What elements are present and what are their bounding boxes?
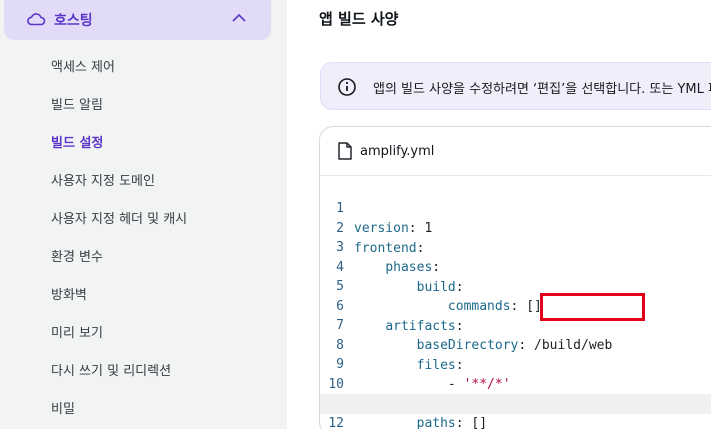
file-name: amplify.yml	[360, 144, 435, 159]
hosting-nav-label: 호스팅	[54, 13, 93, 29]
code-line: 8 files:	[320, 316, 711, 373]
main-content: 앱 빌드 사양 앱의 빌드 사양을 수정하려면 ‘편집’을 선택합니다. 또는 …	[287, 0, 711, 429]
sidebar-item-custom-domains[interactable]: 사용자 지정 도메인	[51, 170, 155, 189]
code-line: 5 commands: []	[320, 257, 711, 314]
page-title: 앱 빌드 사양	[319, 10, 399, 28]
hosting-nav-group[interactable]: 호스팅	[4, 0, 271, 40]
sidebar-item-rewrites-redirects[interactable]: 다시 쓰기 및 리디렉션	[51, 360, 171, 379]
sidebar-item-environment-variables[interactable]: 환경 변수	[51, 246, 103, 265]
info-alert: 앱의 빌드 사양을 수정하려면 ‘편집’을 선택합니다. 또는 YML 파	[320, 62, 711, 110]
sidebar-item-access-control[interactable]: 액세스 제어	[51, 56, 115, 75]
line-number: 12	[328, 416, 344, 429]
file-icon	[338, 142, 352, 160]
code-line: 10 cache:	[320, 355, 711, 412]
sidebar-item-secrets[interactable]: 비밀	[51, 398, 75, 417]
info-icon	[338, 78, 356, 96]
cloud-icon	[27, 13, 46, 26]
yaml-sep: :	[455, 416, 472, 429]
sidebar-item-previews[interactable]: 미리 보기	[51, 322, 103, 341]
code-line: 7 baseDirectory: /build/web	[320, 296, 711, 353]
code-line: 1 version: 1	[320, 179, 711, 236]
info-text: 앱의 빌드 사양을 수정하려면 ‘편집’을 선택합니다. 또는 YML 파	[373, 82, 711, 97]
sidebar: 호스팅 액세스 제어 빌드 알림 빌드 설정 사용자 지정 도메인 사용자 지정…	[0, 0, 287, 429]
build-spec-editor: amplify.yml 1 version: 1 2 frontend: 3 p…	[319, 126, 711, 429]
sidebar-item-build-notifications[interactable]: 빌드 알림	[51, 94, 103, 113]
annotation-highlight-box	[540, 293, 645, 321]
code-line: 3 phases:	[320, 218, 711, 275]
sidebar-item-custom-headers[interactable]: 사용자 지정 헤더 및 캐시	[51, 208, 187, 227]
code-line: 2 frontend:	[320, 199, 711, 256]
sidebar-item-build-settings[interactable]: 빌드 설정	[51, 132, 103, 151]
code-line: 9 - '**/*'	[320, 335, 711, 392]
code-line: 4 build:	[320, 238, 711, 295]
yaml-key: paths	[416, 416, 456, 429]
sidebar-item-firewall[interactable]: 방화벽	[51, 284, 87, 303]
code-editor[interactable]: 1 version: 1 2 frontend: 3 phases: 4 bui…	[320, 175, 711, 429]
code-line: 6 artifacts:	[320, 277, 711, 334]
code-line-current: 12	[320, 394, 711, 429]
yaml-value: []	[471, 416, 488, 429]
code-line: 11 paths: []	[320, 374, 711, 429]
chevron-up-icon[interactable]	[231, 11, 247, 25]
